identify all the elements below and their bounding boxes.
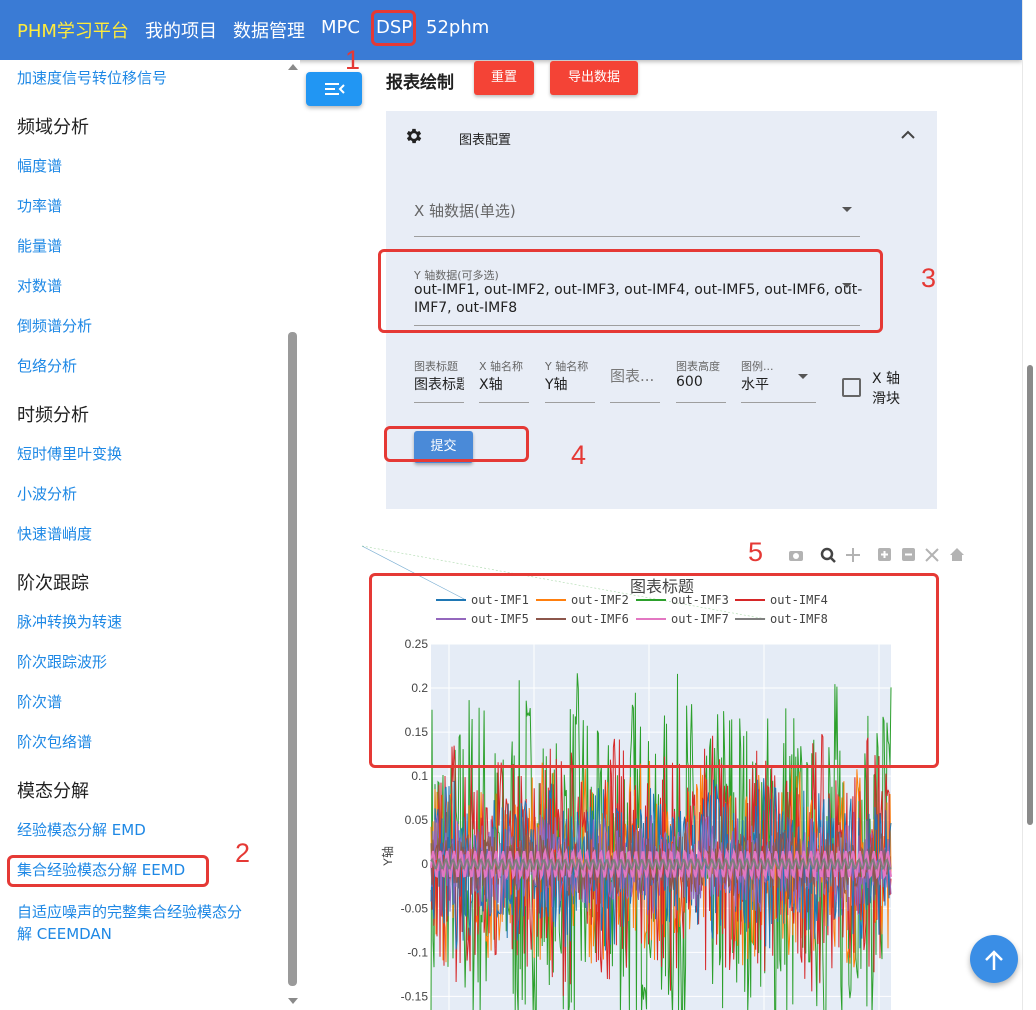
brand-logo[interactable]: PHM学习平台 xyxy=(17,17,129,43)
y-tick-label: 0.1 xyxy=(411,769,428,783)
x-axis-name-field[interactable]: X 轴名称 X轴 xyxy=(479,356,529,404)
highlight-box-submit xyxy=(384,426,529,462)
chart-title-field[interactable]: 图表标题 图表标题 xyxy=(414,356,464,404)
y-tick-label: -0.15 xyxy=(401,989,429,1003)
sidebar-item[interactable]: 幅度谱 xyxy=(17,155,62,176)
chart-title-value: 图表标题 xyxy=(414,377,464,393)
y-tick-label: -0.05 xyxy=(401,901,429,915)
sidebar-item[interactable]: 阶次包络谱 xyxy=(17,731,92,752)
sidebar-item[interactable]: 阶次跟踪波形 xyxy=(17,651,107,672)
x-axis-select-label: X 轴数据(单选) xyxy=(414,202,516,220)
annotation-4: 4 xyxy=(571,440,587,470)
chart-height-label: 图表高度 xyxy=(676,360,720,373)
sidebar-item[interactable]: 倒频谱分析 xyxy=(17,315,92,336)
chart-config-title: 图表配置 xyxy=(459,133,512,148)
chevron-up-icon[interactable] xyxy=(900,129,916,141)
zoom-out-icon[interactable] xyxy=(902,548,915,561)
sidebar-item[interactable]: 解 CEEMDAN xyxy=(17,923,112,944)
sidebar-item[interactable]: 短时傅里叶变换 xyxy=(17,443,122,464)
y-axis-title: Y轴 xyxy=(380,846,395,866)
annotation-3: 3 xyxy=(921,263,937,293)
chevron-down-icon xyxy=(842,207,852,212)
chart-type-field[interactable]: 图表... xyxy=(610,356,660,404)
sidebar-item[interactable]: 阶次谱 xyxy=(17,691,62,712)
legend-orientation-label: 图例... xyxy=(741,360,774,373)
page-scroll-thumb[interactable] xyxy=(1027,365,1033,825)
sidebar-item[interactable]: 自适应噪声的完整集合经验模态分 xyxy=(17,901,242,922)
legend-orientation-select[interactable]: 图例... 水平 xyxy=(741,356,816,404)
sidebar-item[interactable]: 功率谱 xyxy=(17,195,62,216)
highlight-box-dsp xyxy=(371,10,416,46)
chart-title-label: 图表标题 xyxy=(414,360,458,373)
export-data-button[interactable]: 导出数据 xyxy=(550,61,638,95)
y-tick-label: 0.05 xyxy=(405,813,429,827)
home-icon[interactable] xyxy=(950,548,964,561)
sidebar-section-heading: 时频分析 xyxy=(17,405,89,426)
chart-height-field[interactable]: 图表高度 600 xyxy=(676,356,726,404)
sidebar-item[interactable]: 小波分析 xyxy=(17,483,77,504)
y-tick-label: -0.1 xyxy=(407,945,428,959)
collapse-sidebar-button[interactable] xyxy=(306,72,362,106)
nav-data-management[interactable]: 数据管理 xyxy=(233,17,305,43)
y-axis-name-label: Y 轴名称 xyxy=(545,360,589,373)
sidebar-item[interactable]: 脉冲转换为转速 xyxy=(17,611,122,632)
x-axis-name-value: X轴 xyxy=(479,377,503,393)
highlight-box-eemd xyxy=(7,855,209,887)
chevron-down-icon xyxy=(798,374,808,379)
nav-mpc[interactable]: MPC xyxy=(321,17,360,38)
annotation-1: 1 xyxy=(345,45,361,75)
x-axis-slider-checkbox[interactable] xyxy=(842,378,861,397)
sidebar-scrollbar[interactable] xyxy=(286,60,300,1010)
y-axis-name-value: Y轴 xyxy=(545,377,568,393)
annotation-5: 5 xyxy=(748,537,764,567)
sidebar-item[interactable]: 对数谱 xyxy=(17,275,62,296)
reset-button[interactable]: 重置 xyxy=(474,61,534,95)
chart-height-value: 600 xyxy=(676,374,703,390)
scroll-up-arrow-icon[interactable] xyxy=(288,64,298,70)
nav-my-projects[interactable]: 我的项目 xyxy=(145,17,217,43)
y-axis-name-field[interactable]: Y 轴名称 Y轴 xyxy=(545,356,595,404)
page-scrollbar[interactable] xyxy=(1022,0,1036,1010)
scroll-to-top-button[interactable] xyxy=(970,935,1018,983)
annotation-2: 2 xyxy=(235,838,251,868)
arrow-up-icon xyxy=(985,950,1003,970)
legend-orientation-value: 水平 xyxy=(741,377,769,393)
nav-52phm[interactable]: 52phm xyxy=(426,17,489,38)
sidebar-item[interactable]: 经验模态分解 EMD xyxy=(17,819,146,840)
highlight-box-legend xyxy=(369,573,939,768)
sidebar-item[interactable]: 能量谱 xyxy=(17,235,62,256)
y-tick-label: 0 xyxy=(421,857,428,871)
x-axis-slider-label-line1: X 轴 xyxy=(872,371,901,387)
sidebar-item[interactable]: 包络分析 xyxy=(17,355,77,376)
highlight-box-y-axis xyxy=(378,249,883,333)
chart-type-placeholder: 图表... xyxy=(610,367,655,385)
autoscale-icon[interactable] xyxy=(925,548,939,562)
x-axis-select[interactable]: X 轴数据(单选) xyxy=(414,173,860,237)
section-title: 报表绘制 xyxy=(386,73,454,93)
sidebar-scroll-thumb[interactable] xyxy=(288,332,297,986)
top-navbar: PHM学习平台 我的项目 数据管理 MPC DSP 52phm xyxy=(0,0,1022,60)
gear-icon xyxy=(406,128,422,144)
scroll-down-arrow-icon[interactable] xyxy=(288,998,298,1004)
sidebar-section-heading: 模态分解 xyxy=(17,781,89,802)
x-axis-slider-label-line2: 滑块 xyxy=(872,391,900,407)
menu-collapse-icon xyxy=(325,83,345,95)
sidebar-section-heading: 阶次跟踪 xyxy=(17,573,89,594)
x-axis-name-label: X 轴名称 xyxy=(479,360,524,373)
sidebar-item[interactable]: 快速谱峭度 xyxy=(17,523,92,544)
sidebar-item[interactable]: 加速度信号转位移信号 xyxy=(17,67,167,88)
sidebar-section-heading: 频域分析 xyxy=(17,117,89,138)
